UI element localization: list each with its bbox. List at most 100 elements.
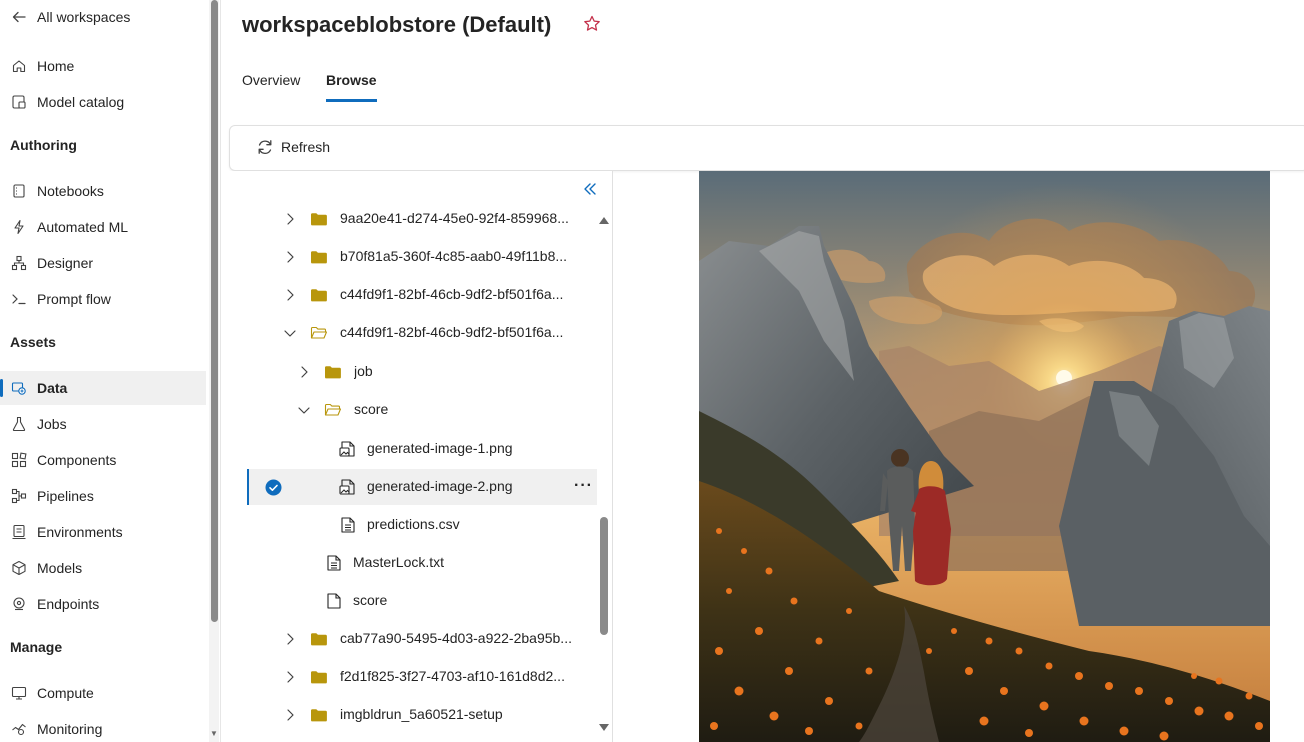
blank-file-icon xyxy=(327,593,341,609)
left-navigation: All workspaces Home Model catalog Author… xyxy=(0,0,221,742)
image-preview xyxy=(699,171,1270,742)
chevron-right-icon[interactable] xyxy=(283,708,297,722)
nav-label: Components xyxy=(37,452,117,468)
automated-ml-icon xyxy=(10,218,28,236)
chevron-right-icon[interactable] xyxy=(297,365,311,379)
more-options-icon[interactable]: ··· xyxy=(574,477,593,495)
nav-scroll-down-arrow-icon[interactable]: ▼ xyxy=(209,728,219,740)
nav-item-data[interactable]: Data xyxy=(0,371,206,405)
nav-label: Data xyxy=(37,380,68,396)
all-workspaces-label: All workspaces xyxy=(37,9,131,25)
endpoints-icon xyxy=(10,595,28,613)
tree-row[interactable]: imgbldrun_5a60521-setup xyxy=(247,697,597,733)
nav-label: Endpoints xyxy=(37,596,100,612)
nav-label: Prompt flow xyxy=(37,291,111,307)
nav-label: Pipelines xyxy=(37,488,94,504)
tree-scroll-down-arrow-icon[interactable] xyxy=(598,723,610,733)
folder-icon xyxy=(311,671,327,684)
notebook-icon xyxy=(10,182,28,200)
chevron-right-icon[interactable] xyxy=(283,250,297,264)
tree-item-name: MasterLock.txt xyxy=(353,554,445,570)
checkmark-circle-icon[interactable] xyxy=(265,479,282,496)
nav-item-environments[interactable]: Environments xyxy=(0,515,206,549)
all-workspaces-link[interactable]: All workspaces xyxy=(0,0,206,34)
tree-row[interactable]: f2d1f825-3f27-4703-af10-161d8d2... xyxy=(247,659,597,695)
chevron-right-icon[interactable] xyxy=(283,670,297,684)
environments-icon xyxy=(10,523,28,541)
file-tree-pane: 9aa20e41-d274-45e0-92f4-859968... b70f81a… xyxy=(229,171,613,742)
nav-label: Monitoring xyxy=(37,721,103,737)
tree-row[interactable]: MasterLock.txt xyxy=(247,545,597,581)
nav-item-compute[interactable]: Compute xyxy=(0,676,206,710)
nav-item-jobs[interactable]: Jobs xyxy=(0,407,206,441)
tree-row-selected[interactable]: generated-image-2.png ··· xyxy=(247,469,597,505)
section-heading-authoring: Authoring xyxy=(10,137,77,153)
nav-item-models[interactable]: Models xyxy=(0,551,206,585)
tab-browse[interactable]: Browse xyxy=(326,72,377,102)
chevron-right-icon[interactable] xyxy=(283,288,297,302)
tree-row[interactable]: 9aa20e41-d274-45e0-92f4-859968... xyxy=(247,201,597,237)
nav-label: Home xyxy=(37,58,75,74)
jobs-icon xyxy=(10,415,28,433)
nav-label: Models xyxy=(37,560,83,576)
chevron-down-icon[interactable] xyxy=(283,326,297,340)
folder-icon xyxy=(311,709,327,722)
prompt-flow-icon xyxy=(10,290,28,308)
nav-item-automated-ml[interactable]: Automated ML xyxy=(0,210,206,244)
refresh-icon xyxy=(258,140,272,154)
tree-item-name: cab77a90-5495-4d03-a922-2ba95b... xyxy=(340,630,572,646)
monitoring-icon xyxy=(10,720,28,738)
nav-item-components[interactable]: Components xyxy=(0,443,206,477)
section-heading-manage: Manage xyxy=(10,639,63,655)
tree-row[interactable]: generated-image-1.png xyxy=(247,431,597,467)
tree-item-name: 9aa20e41-d274-45e0-92f4-859968... xyxy=(340,210,569,226)
favorite-star-icon[interactable] xyxy=(582,14,602,34)
tree-row[interactable]: score xyxy=(247,392,597,428)
folder-icon xyxy=(325,366,341,379)
document-icon xyxy=(341,517,355,533)
nav-item-home[interactable]: Home xyxy=(0,49,206,83)
pipelines-icon xyxy=(10,487,28,505)
tree-row[interactable]: predictions.csv xyxy=(247,507,597,543)
tab-overview[interactable]: Overview xyxy=(242,72,300,102)
compute-icon xyxy=(10,684,28,702)
collapse-pane-icon[interactable] xyxy=(580,179,600,199)
tree-item-name: imgbldrun_5a60521-setup xyxy=(340,706,503,722)
tree-scroll-up-arrow-icon[interactable] xyxy=(598,215,610,225)
image-file-icon xyxy=(339,479,355,495)
nav-item-notebooks[interactable]: Notebooks xyxy=(0,174,206,208)
tree-row[interactable]: cab77a90-5495-4d03-a922-2ba95b... xyxy=(247,621,597,657)
nav-item-model-catalog[interactable]: Model catalog xyxy=(0,85,206,119)
tree-item-name: generated-image-1.png xyxy=(367,440,513,456)
tree-row[interactable]: c44fd9f1-82bf-46cb-9df2-bf501f6a... xyxy=(247,277,597,313)
nav-scrollbar-thumb[interactable] xyxy=(211,0,218,622)
tree-item-name: generated-image-2.png xyxy=(367,478,513,494)
folder-icon xyxy=(311,633,327,646)
tree-item-name: score xyxy=(354,401,389,417)
toolbar: Refresh xyxy=(229,125,1304,171)
tree-row[interactable]: c44fd9f1-82bf-46cb-9df2-bf501f6a... xyxy=(247,315,597,351)
tree-scrollbar-thumb[interactable] xyxy=(600,517,608,635)
nav-item-endpoints[interactable]: Endpoints xyxy=(0,587,206,621)
folder-open-icon xyxy=(324,403,342,416)
nav-item-designer[interactable]: Designer xyxy=(0,246,206,280)
image-file-icon xyxy=(339,441,355,457)
tree-item-name: score xyxy=(353,592,388,608)
nav-label: Environments xyxy=(37,524,123,540)
nav-label: Jobs xyxy=(37,416,67,432)
chevron-right-icon[interactable] xyxy=(283,212,297,226)
nav-item-pipelines[interactable]: Pipelines xyxy=(0,479,206,513)
tree-row[interactable]: score xyxy=(247,583,597,619)
tree-item-name: c44fd9f1-82bf-46cb-9df2-bf501f6a... xyxy=(340,286,564,302)
folder-icon xyxy=(311,289,327,302)
tree-item-name: f2d1f825-3f27-4703-af10-161d8d2... xyxy=(340,668,565,684)
chevron-down-icon[interactable] xyxy=(297,403,311,417)
tree-row[interactable]: job xyxy=(247,354,597,390)
nav-item-prompt-flow[interactable]: Prompt flow xyxy=(0,282,206,316)
tree-row[interactable]: b70f81a5-360f-4c85-aab0-49f11b8... xyxy=(247,239,597,275)
models-icon xyxy=(10,559,28,577)
chevron-right-icon[interactable] xyxy=(283,632,297,646)
nav-label: Compute xyxy=(37,685,94,701)
refresh-button[interactable]: Refresh xyxy=(256,138,330,156)
nav-item-monitoring[interactable]: Monitoring xyxy=(0,712,206,742)
